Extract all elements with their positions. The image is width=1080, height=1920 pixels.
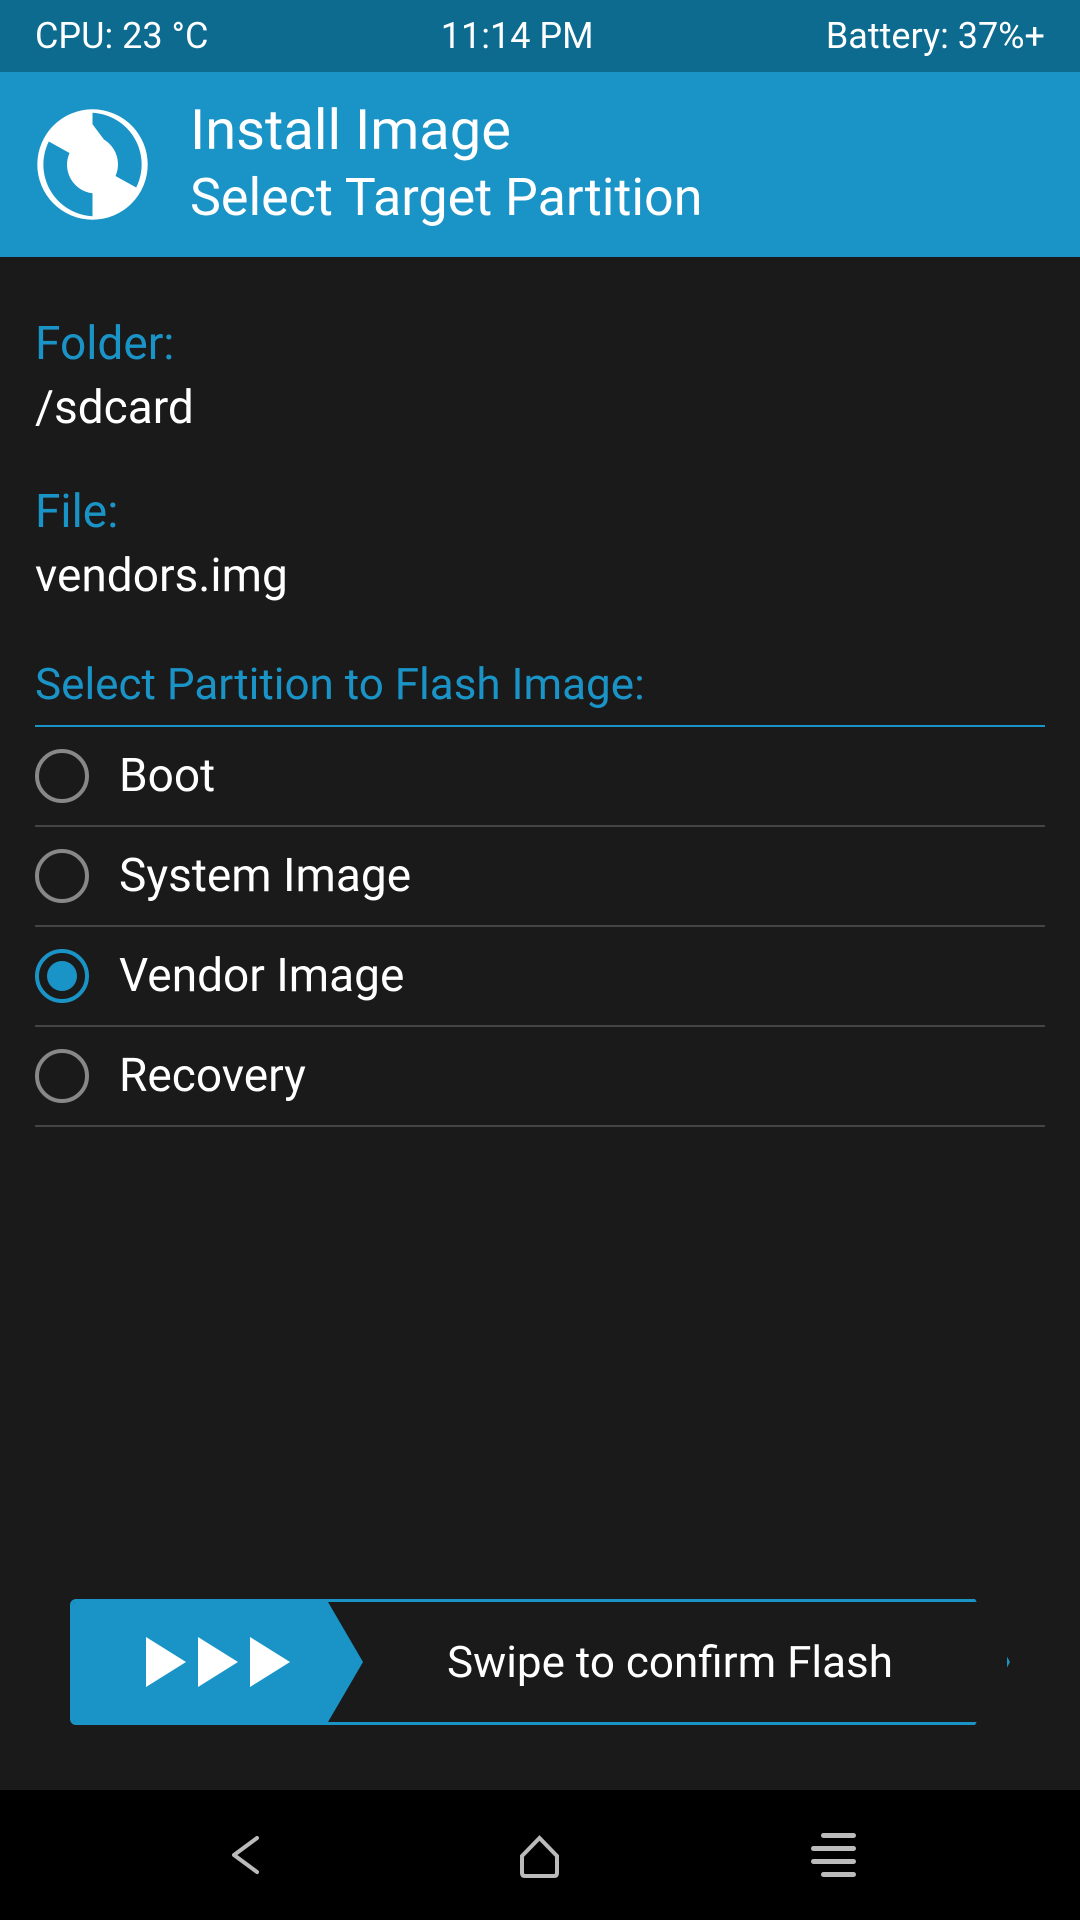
arrow-right-icon: [250, 1637, 290, 1687]
app-header: Install Image Select Target Partition: [0, 72, 1080, 257]
folder-info: Folder: /sdcard: [35, 317, 1045, 435]
file-info: File: vendors.img: [35, 485, 1045, 603]
time-label: 11:14 PM: [441, 15, 594, 57]
folder-value: /sdcard: [35, 381, 1045, 435]
twrp-logo-icon: [35, 107, 150, 222]
cpu-temp-label: CPU: 23 °C: [35, 15, 208, 57]
main-content: Folder: /sdcard File: vendors.img Select…: [0, 257, 1080, 1790]
header-text-block: Install Image Select Target Partition: [190, 97, 702, 232]
radio-item-boot[interactable]: Boot: [35, 727, 1045, 827]
nav-home-button[interactable]: [480, 1820, 600, 1890]
radio-icon: [35, 749, 89, 803]
partition-section-title: Select Partition to Flash Image:: [35, 658, 1045, 727]
home-icon: [512, 1828, 567, 1883]
swipe-label: Swipe to confirm Flash: [363, 1636, 1007, 1688]
navigation-bar: [0, 1790, 1080, 1920]
battery-label: Battery: 37%+: [826, 15, 1045, 57]
radio-icon-selected: [35, 949, 89, 1003]
file-label: File:: [35, 485, 1045, 539]
swipe-to-confirm[interactable]: Swipe to confirm Flash: [70, 1599, 1010, 1725]
status-bar: CPU: 23 °C 11:14 PM Battery: 37%+: [0, 0, 1080, 72]
folder-label: Folder:: [35, 317, 1045, 371]
file-value: vendors.img: [35, 549, 1045, 603]
back-icon: [222, 1830, 272, 1880]
partition-radio-list: Boot System Image Vendor Image Recovery: [35, 727, 1045, 1127]
radio-item-recovery[interactable]: Recovery: [35, 1027, 1045, 1127]
menu-icon: [811, 1833, 856, 1877]
radio-label: Recovery: [119, 1049, 306, 1103]
arrow-right-icon: [146, 1637, 186, 1687]
swipe-handle[interactable]: [73, 1602, 363, 1722]
radio-icon: [35, 849, 89, 903]
radio-item-system-image[interactable]: System Image: [35, 827, 1045, 927]
radio-label: System Image: [119, 849, 411, 903]
page-title: Install Image: [190, 97, 702, 164]
radio-item-vendor-image[interactable]: Vendor Image: [35, 927, 1045, 1027]
page-subtitle: Select Target Partition: [190, 164, 702, 232]
arrow-right-icon: [198, 1637, 238, 1687]
nav-back-button[interactable]: [187, 1820, 307, 1890]
nav-menu-button[interactable]: [773, 1820, 893, 1890]
radio-icon: [35, 1049, 89, 1103]
radio-label: Vendor Image: [119, 949, 404, 1003]
radio-label: Boot: [119, 749, 215, 803]
